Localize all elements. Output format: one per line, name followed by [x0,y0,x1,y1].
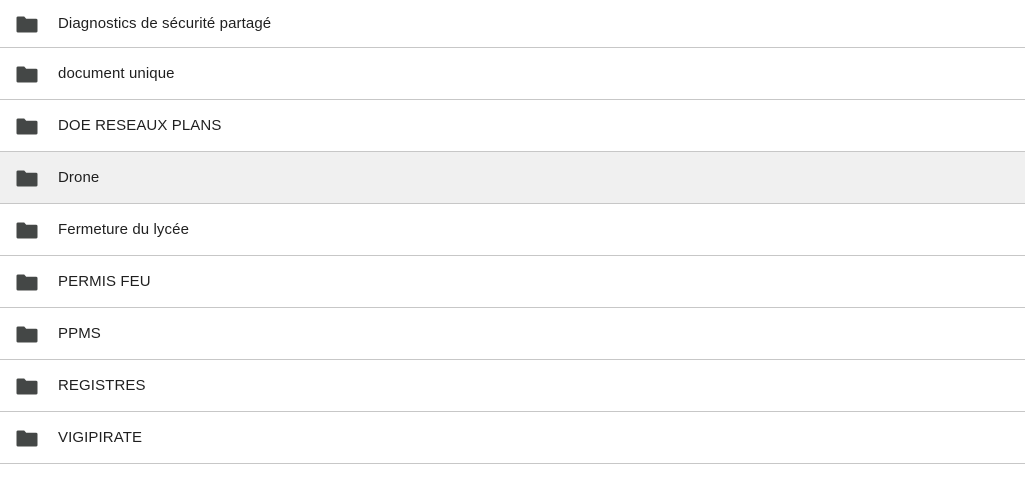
folder-icon [16,377,38,395]
folder-icon [16,117,38,135]
folder-row[interactable]: PERMIS FEU [0,256,1025,308]
folder-row[interactable]: VIGIPIRATE [0,412,1025,464]
folder-row[interactable]: Fermeture du lycée [0,204,1025,256]
folder-name: Fermeture du lycée [58,221,190,238]
folder-name: REGISTRES [58,377,146,394]
folder-name: PPMS [58,325,101,342]
folder-row-selected[interactable]: Drone [0,152,1025,204]
folder-icon [16,429,38,447]
folder-name: Diagnostics de sécurité partagé [58,15,272,32]
folder-icon [16,221,38,239]
folder-row[interactable]: PPMS [0,308,1025,360]
folder-icon [16,325,38,343]
folder-row[interactable]: document unique [0,48,1025,100]
folder-name: Drone [58,169,100,186]
folder-list: Diagnostics de sécurité partagé document… [0,0,1025,464]
folder-row[interactable]: REGISTRES [0,360,1025,412]
folder-name: document unique [58,65,175,82]
folder-row[interactable]: Diagnostics de sécurité partagé [0,0,1025,48]
folder-name: PERMIS FEU [58,273,151,290]
folder-icon [16,273,38,291]
folder-icon [16,65,38,83]
folder-row[interactable]: DOE RESEAUX PLANS [0,100,1025,152]
folder-name: DOE RESEAUX PLANS [58,117,222,134]
folder-name: VIGIPIRATE [58,429,143,446]
folder-icon [16,169,38,187]
folder-icon [16,15,38,33]
